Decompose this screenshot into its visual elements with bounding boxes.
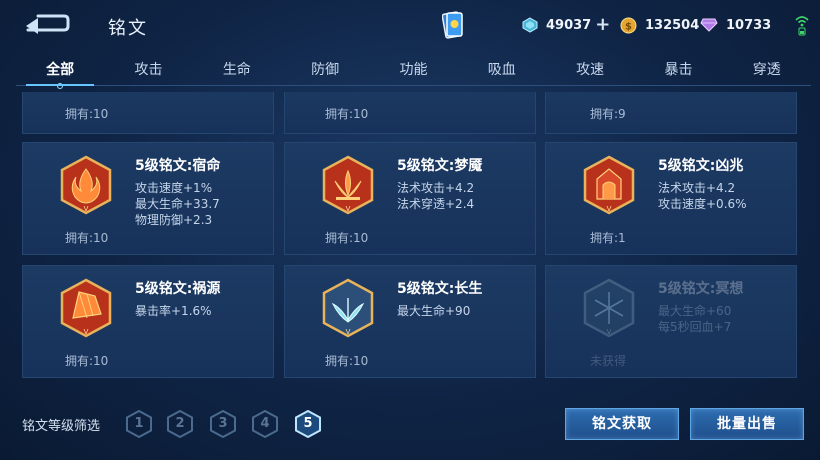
level-number: 5 [303, 416, 313, 431]
rune-card-xiongzhao[interactable]: V 5级铭文:凶兆 法术攻击+4.2 攻击速度+0.6% 拥有:1 [545, 142, 797, 255]
gold-amount: 132504 [645, 17, 700, 33]
tab-label: 吸血 [487, 62, 516, 78]
tab-lifesteal[interactable]: 吸血 [458, 56, 546, 85]
rune-stat: 最大生命+60 [658, 304, 732, 318]
leaf-rune-icon: V [322, 278, 374, 338]
wifi-signal-icon [795, 16, 809, 36]
add-crystal-button[interactable]: + [595, 16, 610, 34]
crystal-icon [522, 17, 538, 33]
svg-text:V: V [607, 205, 612, 213]
level-filter-4[interactable]: 4 [252, 409, 278, 439]
rune-stat: 法术攻击+4.2 [397, 181, 475, 195]
svg-text:V: V [607, 328, 612, 336]
diamond-currency: 10733 [700, 13, 771, 37]
crystal-currency: 49037 + [522, 13, 610, 37]
tab-label: 攻击 [134, 62, 163, 78]
page-title: 铭文 [108, 18, 148, 39]
tab-attack[interactable]: 攻击 [104, 56, 192, 85]
owned-count: 拥有:10 [65, 354, 109, 368]
level-filter-5[interactable]: 5 [295, 409, 321, 439]
level-number: 1 [134, 416, 144, 431]
rune-stat: 攻击速度+1% [135, 181, 213, 195]
tab-defense[interactable]: 防御 [281, 56, 369, 85]
tab-label: 攻速 [576, 62, 605, 78]
lotus-rune-icon: V [322, 155, 374, 215]
back-arrow-icon[interactable] [24, 12, 70, 34]
tab-function[interactable]: 功能 [369, 56, 457, 85]
rune-grid[interactable]: 拥有:10 拥有:10 拥有:9 V 5级铭文:宿命 攻击速度+1% 最大生命+… [0, 92, 820, 382]
level-filter-label: 铭文等级筛选 [22, 419, 101, 434]
rune-card[interactable]: 拥有:10 [284, 92, 536, 134]
top-bar: 铭文 49037 + $ 132504 10733 [0, 0, 820, 50]
tab-label: 暴击 [664, 62, 693, 78]
rune-stat: 最大生命+33.7 [135, 197, 220, 211]
tab-label: 全部 [46, 62, 75, 78]
bulk-sell-button[interactable]: 批量出售 [690, 408, 804, 440]
card-bundle-icon[interactable] [442, 10, 464, 40]
tab-penetration[interactable]: 穿透 [723, 56, 811, 85]
crystal-amount: 49037 [546, 17, 592, 33]
owned-count: 拥有:10 [325, 354, 369, 368]
rune-card-mingxiang[interactable]: V 5级铭文:冥想 最大生命+60 每5秒回血+7 未获得 [545, 265, 797, 378]
rune-card[interactable]: 拥有:9 [545, 92, 797, 134]
rune-stat: 物理防御+2.3 [135, 213, 213, 227]
rune-card[interactable]: 拥有:10 [22, 92, 274, 134]
tab-label: 生命 [222, 62, 251, 78]
owned-count: 拥有:10 [325, 107, 369, 121]
snowflake-rune-icon: V [583, 278, 635, 338]
level-number: 2 [175, 416, 185, 431]
fan-rune-icon: V [60, 278, 112, 338]
rune-name: 5级铭文:冥想 [658, 281, 744, 297]
svg-text:V: V [84, 205, 89, 213]
tab-health[interactable]: 生命 [193, 56, 281, 85]
svg-text:V: V [346, 205, 351, 213]
svg-text:$: $ [625, 21, 632, 32]
category-tabs: 全部 攻击 生命 防御 功能 吸血 攻速 暴击 穿透 [16, 56, 811, 89]
rune-name: 5级铭文:梦魇 [397, 158, 483, 174]
tab-attack-speed[interactable]: 攻速 [546, 56, 634, 85]
rune-stat: 法术穿透+2.4 [397, 197, 475, 211]
tab-critical[interactable]: 暴击 [634, 56, 722, 85]
rune-stat: 暴击率+1.6% [135, 304, 212, 318]
gold-currency: $ 132504 [620, 13, 699, 37]
rune-card-suming[interactable]: V 5级铭文:宿命 攻击速度+1% 最大生命+33.7 物理防御+2.3 拥有:… [22, 142, 274, 255]
rune-card-huoyuan[interactable]: V 5级铭文:祸源 暴击率+1.6% 拥有:10 [22, 265, 274, 378]
owned-count: 拥有:1 [590, 231, 626, 245]
rune-stat: 最大生命+90 [397, 304, 471, 318]
rune-name: 5级铭文:宿命 [135, 158, 221, 174]
rune-card-changsheng[interactable]: V 5级铭文:长生 最大生命+90 拥有:10 [284, 265, 536, 378]
rune-name: 5级铭文:长生 [397, 281, 483, 297]
owned-count: 拥有:10 [325, 231, 369, 245]
level-filter-3[interactable]: 3 [210, 409, 236, 439]
rune-stat: 攻击速度+0.6% [658, 197, 747, 211]
level-filter-1[interactable]: 1 [126, 409, 152, 439]
level-filter-2[interactable]: 2 [167, 409, 193, 439]
flame-rune-icon: V [60, 155, 112, 215]
tab-label: 功能 [399, 62, 428, 78]
owned-count: 拥有:9 [590, 107, 626, 121]
gate-rune-icon: V [583, 155, 635, 215]
level-number: 3 [218, 416, 228, 431]
tab-all[interactable]: 全部 [16, 56, 104, 89]
gold-coin-icon: $ [620, 17, 637, 33]
tab-label: 穿透 [752, 62, 781, 78]
rune-card-mengyan[interactable]: V 5级铭文:梦魇 法术攻击+4.2 法术穿透+2.4 拥有:10 [284, 142, 536, 255]
owned-count: 拥有:10 [65, 107, 109, 121]
owned-count: 拥有:10 [65, 231, 109, 245]
tab-label: 防御 [311, 62, 340, 78]
rune-name: 5级铭文:凶兆 [658, 158, 744, 174]
diamond-icon [700, 18, 718, 32]
owned-count: 未获得 [590, 354, 627, 368]
level-number: 4 [260, 416, 270, 431]
rune-name: 5级铭文:祸源 [135, 281, 221, 297]
rune-stat: 每5秒回血+7 [658, 320, 732, 334]
obtain-rune-button[interactable]: 铭文获取 [565, 408, 679, 440]
rune-stat: 法术攻击+4.2 [658, 181, 736, 195]
svg-text:V: V [84, 328, 89, 336]
active-tab-indicator [57, 83, 64, 89]
diamond-amount: 10733 [726, 17, 772, 33]
svg-text:V: V [346, 328, 351, 336]
